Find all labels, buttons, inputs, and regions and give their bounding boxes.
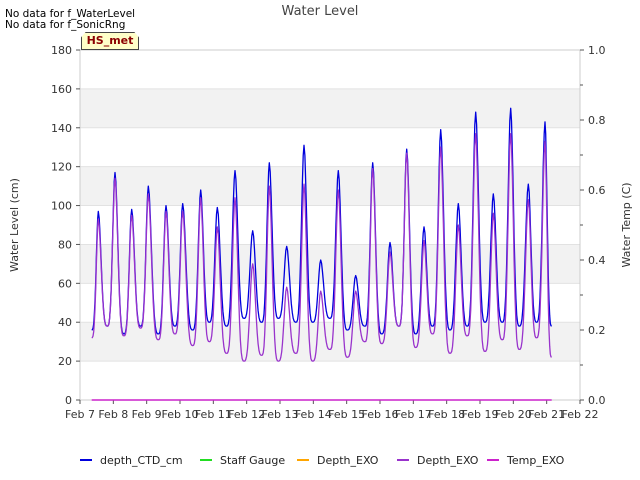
x-tick-label: Feb 14	[295, 408, 332, 421]
water-level-chart: Water Level Water Level (cm) Water Temp …	[8, 4, 633, 467]
y-tick-label: 40	[58, 316, 72, 329]
y-tick-label: 60	[58, 277, 72, 290]
y-tick-label: 140	[51, 122, 72, 135]
station-badge: HS_met	[81, 32, 139, 50]
x-tick-label: Feb 11	[195, 408, 232, 421]
y-tick-label: 100	[51, 200, 72, 213]
x-tick-label: Feb 7	[65, 408, 95, 421]
legend-label-4: Temp_EXO	[506, 454, 565, 467]
x-tick-label: Feb 12	[228, 408, 265, 421]
legend: depth_CTD_cm Staff Gauge Depth_EXO Depth_EX…	[80, 454, 565, 467]
y2-axis-ticks: 0.0 0.2 0.4 0.6 0.8 1.0	[580, 44, 606, 407]
y-tick-label: 20	[58, 355, 72, 368]
x-tick-label: Feb 15	[328, 408, 365, 421]
grid-band	[80, 166, 580, 206]
y-tick-label: 160	[51, 83, 72, 96]
x-tick-label: Feb 20	[495, 408, 532, 421]
x-tick-label: Feb 13	[262, 408, 299, 421]
y-tick-label: 180	[51, 44, 72, 57]
y-tick-label: 0	[65, 394, 72, 407]
y2-tick-label: 0.4	[588, 254, 606, 267]
y2-tick-label: 0.8	[588, 114, 606, 127]
x-tick-label: Feb 17	[395, 408, 432, 421]
legend-label-2: Depth_EXO	[317, 454, 379, 467]
y2-tick-label: 0.6	[588, 184, 606, 197]
y-tick-label: 80	[58, 238, 72, 251]
legend-label-1: Staff Gauge	[220, 454, 285, 467]
grid-bands	[80, 49, 580, 401]
y2-axis-label: Water Temp (C)	[620, 182, 633, 267]
y2-tick-label: 0.0	[588, 394, 606, 407]
x-tick-label: Feb 18	[428, 408, 465, 421]
x-tick-label: Feb 9	[132, 408, 162, 421]
y-axis-label: Water Level (cm)	[8, 178, 21, 272]
grid-band	[80, 88, 580, 128]
x-tick-label: Feb 22	[562, 408, 599, 421]
y-tick-label: 120	[51, 161, 72, 174]
legend-label-0: depth_CTD_cm	[100, 454, 183, 467]
x-tick-label: Feb 16	[362, 408, 399, 421]
grid-band	[80, 244, 580, 284]
y-axis-ticks: 0 20 40 60 80 100 120 140 160 180	[51, 44, 80, 407]
x-tick-label: Feb 10	[162, 408, 199, 421]
y2-tick-label: 0.2	[588, 324, 606, 337]
legend-label-3: Depth_EXO	[417, 454, 479, 467]
x-tick-label: Feb 21	[528, 408, 565, 421]
x-tick-label: Feb 19	[462, 408, 499, 421]
y2-tick-label: 1.0	[588, 44, 606, 57]
x-axis-ticks: Feb 7 Feb 8 Feb 9 Feb 10Feb 11Feb 12Feb 13F…	[65, 400, 598, 421]
x-tick-label: Feb 8	[98, 408, 128, 421]
chart-title: Water Level	[282, 4, 359, 19]
